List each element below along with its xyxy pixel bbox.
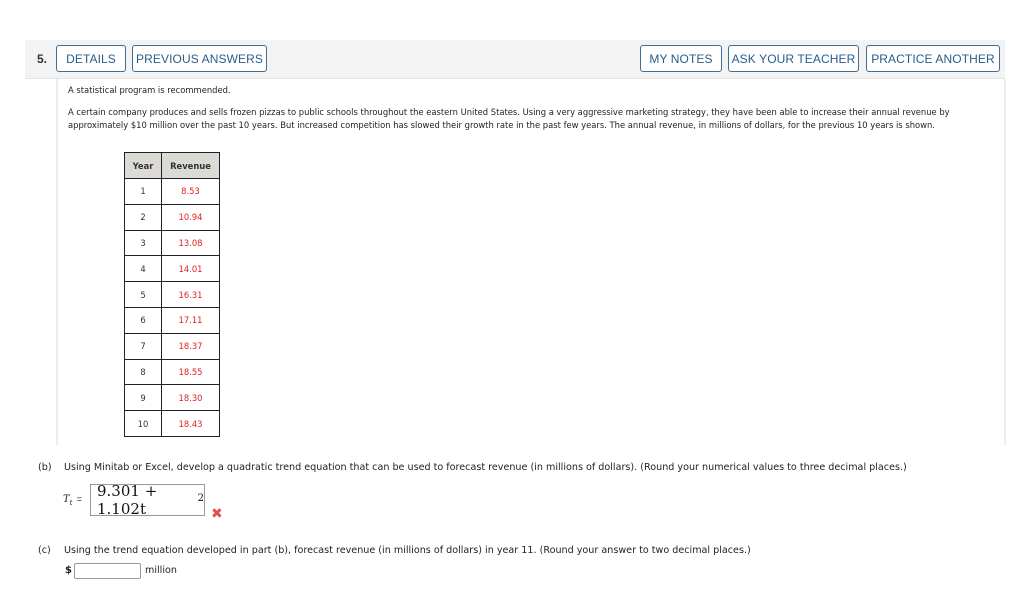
year-cell: 5 [124, 281, 162, 308]
header-revenue: Revenue [161, 152, 220, 179]
revenue-cell: 14.01 [161, 255, 220, 283]
revenue-cell: 8.53 [161, 178, 220, 205]
trend-equation-exponent: 2 [197, 492, 204, 504]
ask-your-teacher-button[interactable]: ASK YOUR TEACHER [728, 45, 859, 72]
part-b-label: (b) [38, 462, 52, 473]
table-row: 1 8.53 [124, 178, 220, 205]
trend-equation-input[interactable]: 9.301 + 1.102t 2 [90, 482, 205, 518]
dollar-sign: $ [65, 565, 72, 576]
year-cell: 7 [124, 332, 162, 360]
revenue-cell: 18.30 [161, 384, 220, 412]
revenue-cell: 16.31 [161, 281, 220, 308]
million-unit-label: million [145, 565, 177, 576]
question-header: 5. DETAILS PREVIOUS ANSWERS MY NOTES ASK… [25, 40, 1005, 79]
statistical-program-note: A statistical program is recommended. [68, 85, 231, 95]
table-header-row: Year Revenue [124, 152, 220, 179]
year-cell: 3 [124, 229, 162, 257]
table-row: 8 18.55 [124, 358, 220, 386]
equals-sign: = [76, 494, 82, 504]
trend-equation-label: Tt = [63, 494, 82, 507]
revenue-cell: 10.94 [161, 203, 220, 231]
part-c-text: Using the trend equation developed in pa… [64, 545, 751, 556]
header-year: Year [124, 152, 162, 179]
table-row: 5 16.31 [124, 281, 220, 308]
year-cell: 9 [124, 384, 162, 412]
practice-another-button[interactable]: PRACTICE ANOTHER [866, 45, 1000, 72]
table-row: 6 17.11 [124, 306, 220, 334]
year-cell: 10 [124, 410, 162, 437]
revenue-table: Year Revenue 1 8.53 2 10.94 3 13.08 4 14.01 … [124, 152, 220, 437]
details-button[interactable]: DETAILS [56, 45, 126, 72]
incorrect-x-icon: ✖ [211, 506, 223, 522]
revenue-cell: 13.08 [161, 229, 220, 257]
year-cell: 2 [124, 203, 162, 231]
revenue-cell: 17.11 [161, 306, 220, 334]
previous-answers-button[interactable]: PREVIOUS ANSWERS [132, 45, 267, 72]
question-body: A certain company produces and sells fro… [68, 107, 950, 130]
trend-variable: T [63, 494, 70, 505]
table-row: 3 13.08 [124, 229, 220, 257]
table-row: 10 18.43 [124, 410, 220, 437]
part-c-prompt: (c) Using the trend equation developed in… [38, 545, 751, 556]
year-cell: 8 [124, 358, 162, 386]
part-b-text: Using Minitab or Excel, develop a quadra… [64, 462, 907, 473]
revenue-cell: 18.43 [161, 410, 220, 437]
question-content: A statistical program is recommended. A … [56, 79, 1006, 445]
year-cell: 4 [124, 255, 162, 283]
my-notes-button[interactable]: MY NOTES [640, 45, 722, 72]
trend-subscript: t [69, 499, 73, 507]
revenue-cell: 18.37 [161, 332, 220, 360]
table-row: 2 10.94 [124, 203, 220, 231]
table-row: 9 18.30 [124, 384, 220, 412]
part-c-label: (c) [38, 545, 51, 556]
forecast-revenue-input[interactable] [74, 563, 141, 579]
year-cell: 6 [124, 306, 162, 334]
trend-equation-value: 9.301 + 1.102t [97, 482, 158, 518]
part-b-prompt: (b) Using Minitab or Excel, develop a qua… [38, 462, 907, 473]
question-number: 5. [37, 52, 48, 66]
revenue-cell: 18.55 [161, 358, 220, 386]
table-row: 4 14.01 [124, 255, 220, 283]
year-cell: 1 [124, 178, 162, 205]
table-row: 7 18.37 [124, 332, 220, 360]
